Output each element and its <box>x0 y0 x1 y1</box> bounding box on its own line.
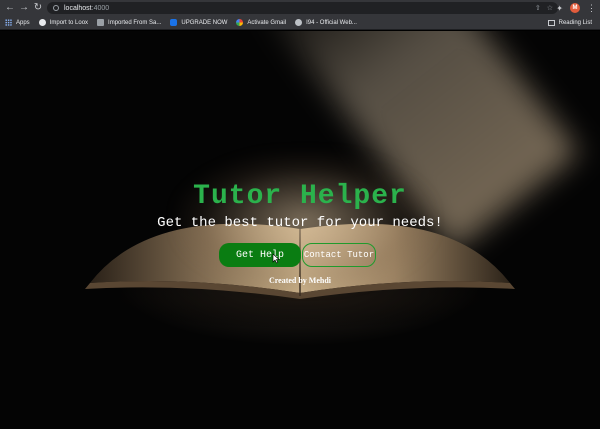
hero-section: Tutor Helper Get the best tutor for your… <box>0 31 600 429</box>
forward-arrow-icon[interactable]: → <box>17 0 31 16</box>
bookmark-i94[interactable]: I94 - Official Web... <box>295 19 357 26</box>
credit-text: Created by Mehdi <box>268 276 332 285</box>
page-title: Tutor Helper <box>193 181 407 212</box>
bookmark-import-to-loox[interactable]: Import to Loox <box>38 19 89 26</box>
google-icon <box>236 19 244 26</box>
bookmark-label: UPGRADE NOW <box>181 19 228 26</box>
back-arrow-icon[interactable]: ← <box>3 0 17 16</box>
bookmarks-bar: Apps Import to Loox Imported From Sa... … <box>0 16 600 30</box>
bookmark-label: I94 - Official Web... <box>306 19 357 26</box>
folder-icon <box>97 19 105 26</box>
bookmark-label: Activate Gmail <box>247 19 287 26</box>
bookmark-imported-folder[interactable]: Imported From Sa... <box>97 19 161 26</box>
bookmark-activate-gmail[interactable]: Activate Gmail <box>236 19 286 26</box>
globe-icon <box>295 19 303 26</box>
bookmark-star-icon[interactable]: ☆ <box>547 4 553 12</box>
bookmark-apps[interactable]: Apps <box>5 19 30 26</box>
loox-icon <box>38 19 46 26</box>
bookmark-label: Imported From Sa... <box>108 19 162 26</box>
reading-list-label: Reading List <box>558 20 592 26</box>
share-icon[interactable]: ⇧ <box>535 4 541 12</box>
bookmark-label: Import to Loox <box>49 19 89 26</box>
extensions-puzzle-icon[interactable]: ✦ <box>556 4 563 13</box>
apps-grid-icon <box>5 19 12 26</box>
bookmark-upgrade-now[interactable]: UPGRADE NOW <box>170 19 227 26</box>
reload-icon[interactable]: ↻ <box>31 0 45 16</box>
upgrade-icon <box>170 19 178 26</box>
contact-tutor-button[interactable]: Contact Tutor <box>302 243 376 267</box>
site-info-icon[interactable] <box>53 5 59 11</box>
page-subtitle: Get the best tutor for your needs! <box>157 215 443 231</box>
get-help-button[interactable]: Get Help <box>219 243 301 267</box>
profile-avatar[interactable]: M <box>570 3 580 13</box>
reading-list-icon <box>547 20 555 26</box>
menu-dots-icon[interactable]: ⋮ <box>587 3 596 14</box>
reading-list[interactable]: Reading List <box>547 16 592 30</box>
bookmark-label: Apps <box>16 19 30 26</box>
browser-toolbar: ← → ↻ localhost :4000 ⇧ ☆ ✦ M ⋮ <box>0 0 600 16</box>
address-bar[interactable]: localhost :4000 ⇧ ☆ <box>47 2 558 14</box>
url-port: :4000 <box>91 4 110 12</box>
url-host: localhost <box>64 4 92 12</box>
mouse-cursor-icon <box>272 253 280 264</box>
